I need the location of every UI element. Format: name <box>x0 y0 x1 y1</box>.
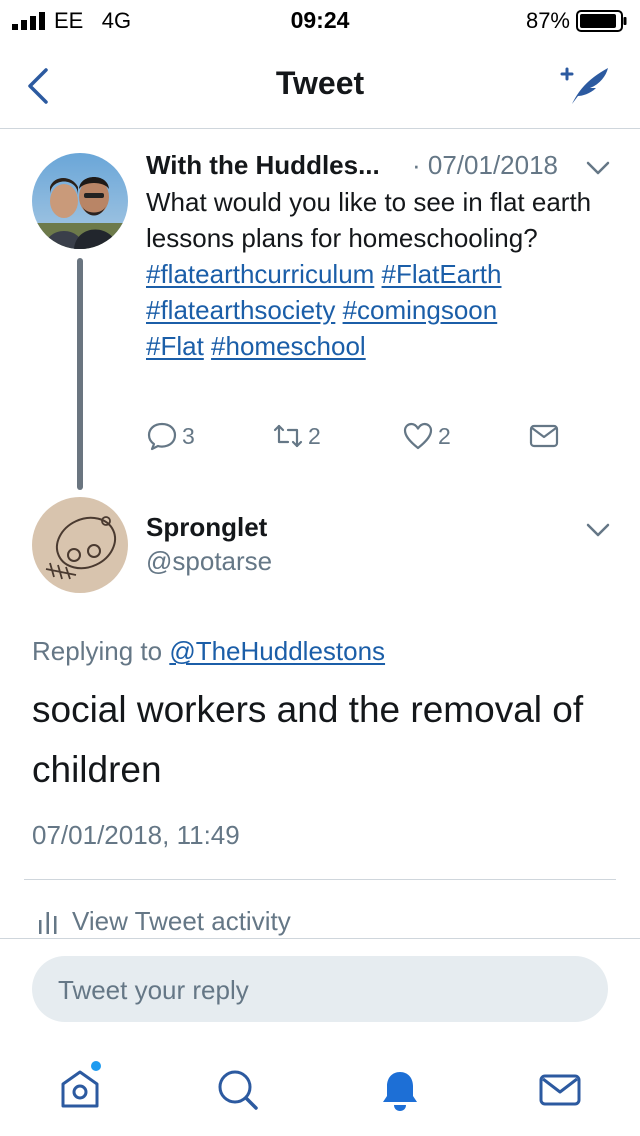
avatar[interactable] <box>32 497 128 593</box>
like-button[interactable]: 2 <box>402 418 451 454</box>
profile-photo-icon <box>32 153 128 249</box>
notifications-bell-icon[interactable] <box>378 1068 422 1112</box>
reply-author-handle[interactable]: @spotarse <box>146 546 272 577</box>
hashtag-link[interactable]: #flatearthsociety <box>146 295 335 325</box>
reply-author-name[interactable]: Spronglet <box>146 512 267 543</box>
hashtag-link[interactable]: #comingsoon <box>343 295 498 325</box>
compose-tweet-icon[interactable] <box>556 62 612 108</box>
replying-to-label: Replying to <box>32 636 163 666</box>
chevron-down-icon[interactable] <box>584 520 612 540</box>
retweet-count: 2 <box>308 422 321 449</box>
mention-link[interactable]: @TheHuddlestons <box>169 636 385 666</box>
search-icon[interactable] <box>216 1068 260 1112</box>
retweet-button[interactable]: 2 <box>272 418 321 454</box>
activity-label: View Tweet activity <box>72 905 291 936</box>
like-count: 2 <box>438 422 451 449</box>
battery-icon <box>576 10 627 32</box>
tweet-text: What would you like to see in flat earth… <box>146 184 616 364</box>
tweet-author-name[interactable]: With the Huddles... <box>146 150 380 181</box>
reply-input-placeholder: Tweet your reply <box>58 975 249 1005</box>
reply-input[interactable]: Tweet your reply <box>32 956 608 1022</box>
envelope-icon <box>529 424 559 448</box>
heart-icon <box>403 422 433 450</box>
tweet-date: · 07/01/2018 <box>412 150 559 180</box>
tweet-body: What would you like to see in flat earth… <box>146 187 592 253</box>
activity-bars-icon <box>39 912 57 934</box>
navigation-bar: Tweet <box>0 40 640 129</box>
retweet-icon <box>273 424 303 448</box>
direct-message-button[interactable] <box>528 418 560 454</box>
chevron-down-icon[interactable] <box>584 158 612 178</box>
hashtag-link[interactable]: #FlatEarth <box>382 259 502 289</box>
thread-connector-line <box>77 258 83 490</box>
status-bar: EE 4G 09:24 87% <box>0 0 640 40</box>
profile-doodle-icon <box>32 497 128 593</box>
messages-envelope-icon[interactable] <box>538 1068 582 1112</box>
reply-icon <box>147 422 177 451</box>
hashtag-link[interactable]: #Flat <box>146 331 204 361</box>
home-icon[interactable] <box>56 1060 108 1112</box>
reply-count: 3 <box>182 422 195 449</box>
hashtag-link[interactable]: #homeschool <box>211 331 366 361</box>
reply-button[interactable]: 3 <box>146 418 195 454</box>
divider <box>0 938 640 939</box>
battery-percentage: 87% <box>525 8 570 33</box>
page-title: Tweet <box>275 65 365 101</box>
avatar[interactable] <box>32 153 128 249</box>
view-tweet-activity-link[interactable]: View Tweet activity <box>38 905 291 937</box>
bottom-tab-bar <box>0 1040 640 1136</box>
divider <box>24 879 616 880</box>
hashtag-link[interactable]: #flatearthcurriculum <box>146 259 374 289</box>
reply-tweet-text: social workers and the removal of childr… <box>32 689 584 790</box>
reply-timestamp: 07/01/2018, 11:49 <box>32 820 240 850</box>
replying-to-line: Replying to @TheHuddlestons <box>32 636 385 667</box>
